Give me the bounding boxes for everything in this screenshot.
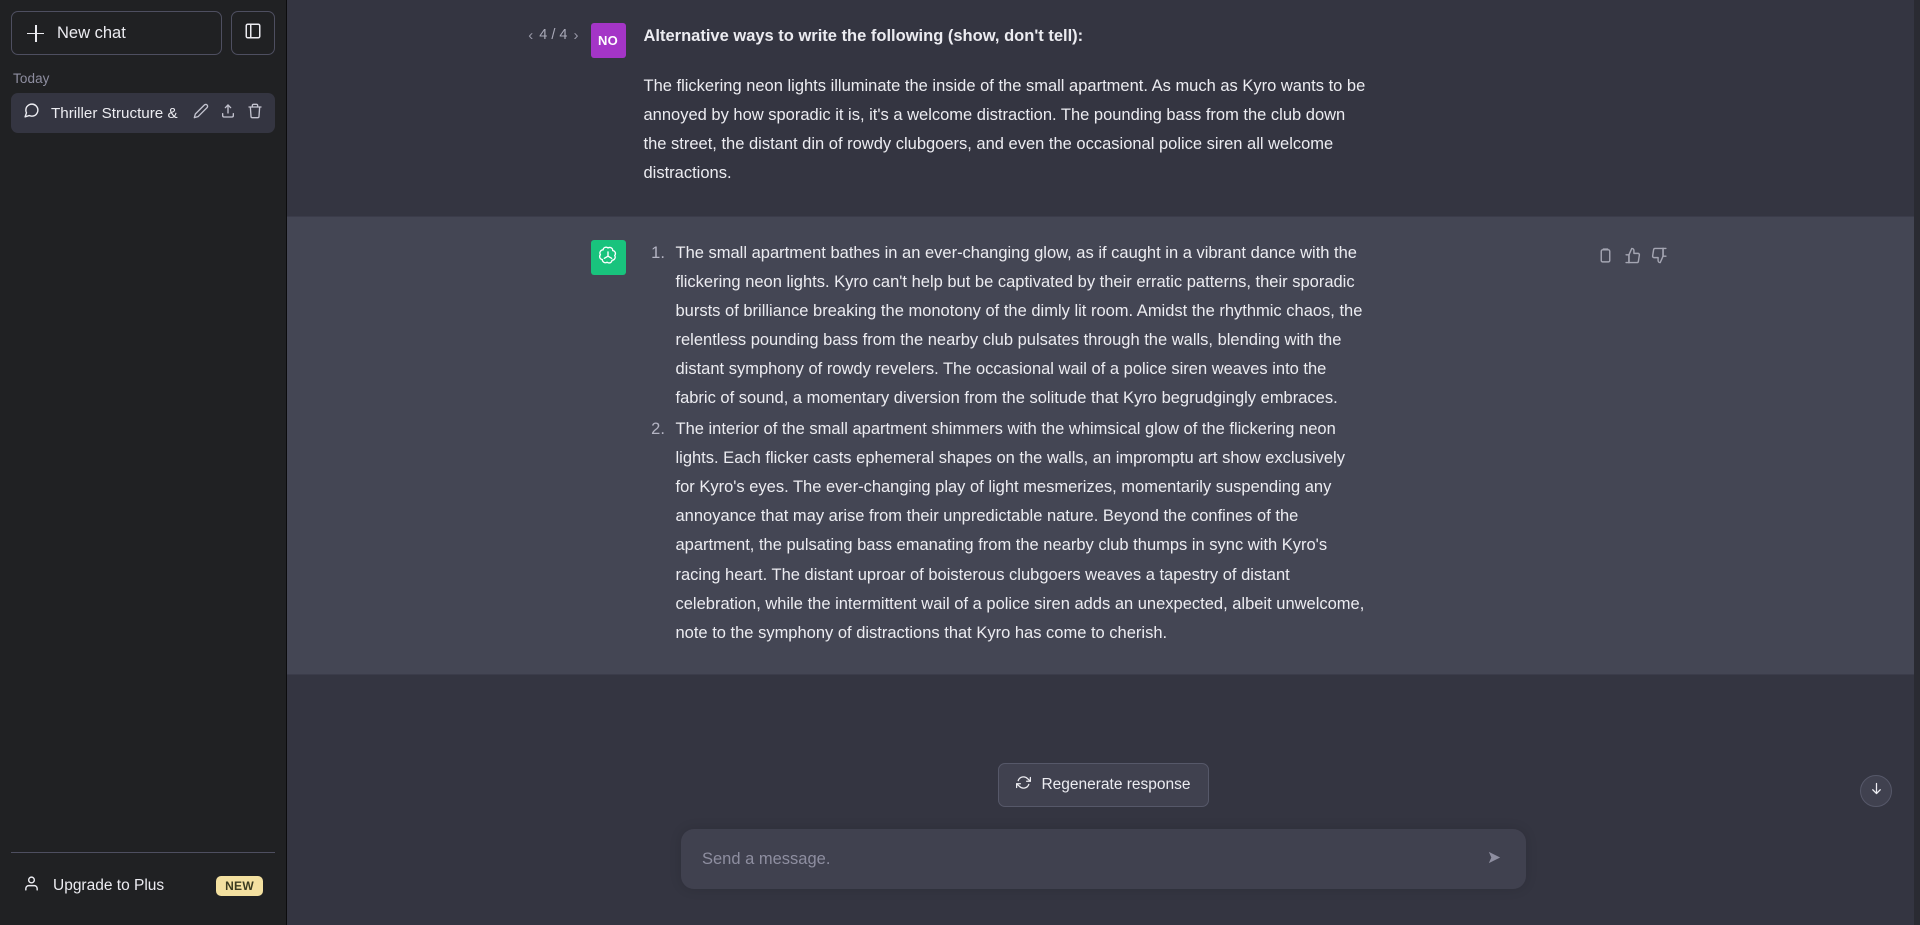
pagination-label: 4 / 4 — [539, 27, 568, 43]
composer-area: Regenerate response — [287, 745, 1920, 925]
list-item: The interior of the small apartment shim… — [670, 415, 1369, 647]
assistant-avatar — [590, 240, 626, 276]
chat-bubble-icon — [23, 102, 40, 124]
sidebar-panel-toggle-button[interactable] — [231, 11, 275, 55]
thumbs-down-icon[interactable] — [1651, 247, 1668, 269]
message-input-box[interactable] — [681, 829, 1526, 889]
share-upload-icon[interactable] — [220, 103, 236, 124]
sidebar-header: New chat — [0, 0, 286, 55]
regenerate-row: Regenerate response — [287, 745, 1920, 807]
chevron-right-icon[interactable]: › — [574, 28, 579, 43]
assistant-message-actions — [1597, 247, 1668, 269]
new-badge: NEW — [216, 875, 263, 896]
input-row — [287, 807, 1920, 889]
assistant-message-gutter — [524, 239, 644, 649]
plus-icon — [27, 24, 44, 42]
thumbs-up-icon[interactable] — [1624, 247, 1641, 269]
user-message-body: Alternative ways to write the following … — [644, 22, 1369, 188]
sidebar: New chat Today Thriller Structure & L Up… — [0, 0, 287, 925]
chat-history-item-actions — [193, 103, 263, 124]
chat-history-item[interactable]: Thriller Structure & L — [11, 93, 275, 133]
sidebar-footer: Upgrade to Plus NEW — [11, 852, 275, 925]
regenerate-response-button[interactable]: Regenerate response — [998, 763, 1209, 807]
user-message-paragraph: The flickering neon lights illuminate th… — [643, 77, 1366, 183]
send-button[interactable] — [1478, 843, 1510, 875]
user-message-gutter: ‹ 4 / 4 › NO — [524, 22, 644, 188]
message-input[interactable] — [702, 849, 1478, 869]
chat-history-item-title: Thriller Structure & L — [51, 104, 182, 122]
regenerate-response-label: Regenerate response — [1041, 776, 1191, 793]
scroll-to-bottom-button[interactable] — [1860, 775, 1892, 807]
response-pagination: ‹ 4 / 4 › — [528, 27, 578, 43]
main-content: ‹ 4 / 4 › NO Alternative ways to write t… — [287, 0, 1920, 925]
sidebar-section-label: Today — [13, 71, 50, 86]
send-arrow-icon — [1486, 849, 1503, 869]
trash-delete-icon[interactable] — [247, 103, 263, 124]
message-thread: ‹ 4 / 4 › NO Alternative ways to write t… — [287, 0, 1920, 745]
upgrade-to-plus-label: Upgrade to Plus — [53, 876, 165, 894]
person-icon — [23, 875, 40, 897]
pencil-edit-icon[interactable] — [193, 103, 209, 124]
assistant-answer-list: The small apartment bathes in an ever-ch… — [644, 239, 1369, 647]
user-message: ‹ 4 / 4 › NO Alternative ways to write t… — [287, 0, 1920, 217]
right-edge-strip — [1914, 0, 1920, 925]
assistant-message: The small apartment bathes in an ever-ch… — [287, 216, 1920, 675]
assistant-message-body: The small apartment bathes in an ever-ch… — [644, 239, 1369, 649]
sidebar-panel-toggle-icon — [244, 22, 262, 45]
arrow-down-icon — [1869, 781, 1884, 801]
copy-icon[interactable] — [1597, 247, 1614, 269]
openai-logo-icon — [597, 245, 619, 270]
chat-history-list: Thriller Structure & L — [0, 93, 286, 133]
new-chat-label: New chat — [57, 23, 126, 42]
list-item: The small apartment bathes in an ever-ch… — [670, 239, 1369, 413]
user-message-paragraph: Alternative ways to write the following … — [643, 27, 1084, 45]
refresh-icon — [1016, 775, 1032, 795]
user-avatar: NO — [590, 23, 626, 58]
chevron-left-icon[interactable]: ‹ — [528, 28, 533, 43]
new-chat-button[interactable]: New chat — [11, 11, 222, 55]
app-root: New chat Today Thriller Structure & L Up… — [0, 0, 1920, 925]
upgrade-to-plus-button[interactable]: Upgrade to Plus NEW — [11, 864, 275, 907]
